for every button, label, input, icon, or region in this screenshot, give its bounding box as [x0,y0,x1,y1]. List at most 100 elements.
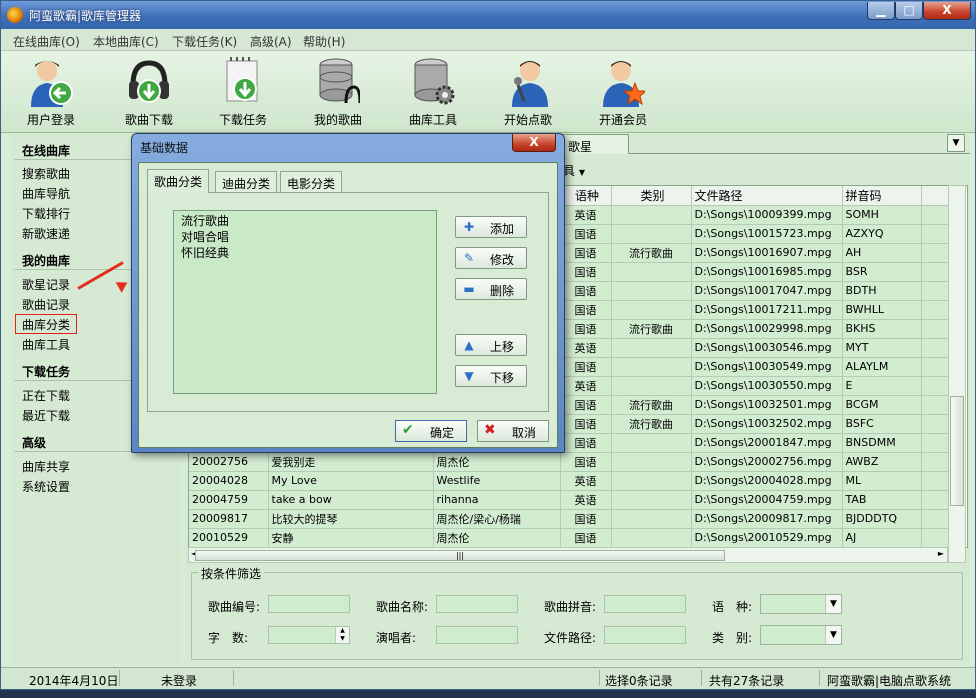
vertical-scrollbar[interactable] [948,185,966,563]
sidebar-item-search-songs[interactable]: 搜索歌曲 [22,165,70,182]
table-cell: BSR [842,262,922,282]
table-row[interactable]: 20010529 安静 周杰伦 国语 D:\Songs\20010529.mpg AJ [189,528,952,547]
table-cell: 国语 [560,243,612,263]
table-cell: 流行歌曲 [611,319,692,339]
singer-label: 演唱者: [376,631,417,645]
tab-movie-category[interactable]: 电影分类 [280,171,343,193]
vip-member-button[interactable]: 开通会员 [581,57,661,131]
library-tools-button[interactable]: 曲库工具 [391,57,471,131]
horizontal-scroll-thumb[interactable]: ||| [195,550,725,561]
sidebar-item-song-records[interactable]: 歌曲记录 [22,296,70,313]
stepper-arrows-icon[interactable]: ▲ ▼ [335,627,349,643]
table-cell [611,509,692,529]
song-download-button[interactable]: 歌曲下载 [107,57,187,131]
horizontal-scrollbar[interactable]: ◄ ||| ► [188,547,948,563]
table-cell: 20004759 [189,490,269,510]
table-row[interactable]: 20004028 My Love Westlife 英语 D:\Songs\200040… [189,471,952,491]
ok-button[interactable]: ✔ 确定 [395,420,467,442]
sidebar-item-new-songs[interactable]: 新歌速递 [22,225,70,242]
table-cell: 国语 [560,357,612,377]
chevron-down-icon: ▼ [825,595,841,613]
table-cell-extra [921,319,952,339]
list-item[interactable]: 怀旧经典 [181,244,229,261]
sidebar-item-library-nav[interactable]: 曲库导航 [22,185,70,202]
delete-button[interactable]: ▬ 删除 [455,278,527,300]
song-pinyin-input[interactable] [604,595,686,613]
col-header-extra [921,186,952,206]
maximize-button[interactable]: □ [895,2,923,20]
sidebar-item-library-tools[interactable]: 曲库工具 [22,336,70,353]
sidebar-item-recent-downloads[interactable]: 最近下载 [22,407,70,424]
status-divider [819,670,820,686]
edit-button[interactable]: ✎ 修改 [455,247,527,269]
menu-help[interactable]: 帮助(H) [303,33,345,50]
table-cell-extra [921,205,952,225]
check-icon: ✔ [402,422,414,438]
table-cell: D:\Songs\10030549.mpg [691,357,843,377]
table-cell [611,471,692,491]
language-select[interactable]: ▼ [760,594,842,614]
table-cell: ALAYLM [842,357,922,377]
list-item[interactable]: 对唱合唱 [181,228,229,245]
arrow-up-icon: ▲ [464,338,474,352]
minimize-button[interactable]: ▁ [867,2,895,20]
vertical-scroll-thumb[interactable] [950,396,964,506]
col-header-file-path[interactable]: 文件路径 [691,186,843,206]
edit-label: 修改 [490,253,515,267]
col-header-category[interactable]: 类别 [611,186,692,206]
table-row[interactable]: 20004759 take a bow rihanna 英语 D:\Songs\2000… [189,490,952,510]
song-name-input[interactable] [436,595,518,613]
window-title: 阿蛮歌霸|歌库管理器 [29,9,142,23]
status-divider [233,670,234,686]
my-songs-button[interactable]: 我的歌曲 [296,57,376,131]
list-item[interactable]: 流行歌曲 [181,212,229,229]
table-row[interactable]: 20002756 爱我别走 周杰伦 国语 D:\Songs\20002756.mpg AW… [189,452,952,472]
table-cell [611,452,692,472]
singer-input[interactable] [436,626,518,644]
user-login-button[interactable]: 用户登录 [9,57,89,131]
table-cell: D:\Songs\10015723.mpg [691,224,843,244]
filter-legend: 按条件筛选 [198,565,265,582]
menu-online-library[interactable]: 在线曲库(O) [13,33,80,50]
table-cell: 国语 [560,395,612,415]
menu-download-tasks[interactable]: 下载任务(K) [172,33,237,50]
file-path-input[interactable] [604,626,686,644]
dialog-close-button[interactable]: X [512,134,556,152]
move-up-button[interactable]: ▲ 上移 [455,334,527,356]
tab-singers[interactable]: 歌星 [561,134,629,154]
table-cell-extra [921,357,952,377]
scroll-right-icon[interactable]: ► [938,549,944,558]
table-row[interactable]: 20009817 比较大的提琴 周杰伦/梁心/杨瑞 国语 D:\Songs\200098… [189,509,952,529]
sidebar-item-singer-records[interactable]: 歌星记录 [22,276,70,293]
table-cell: 国语 [560,433,612,453]
table-cell [611,205,692,225]
category-select[interactable]: ▼ [760,625,842,645]
dialog-tab-panel: 流行歌曲 对唱合唱 怀旧经典 ✚ 添加 ✎ 修改 ▬ 删除 ▲ 上移 ▼ 下移 [147,192,549,412]
start-singing-button[interactable]: 开始点歌 [486,57,566,131]
table-cell: 国语 [560,224,612,244]
tab-song-category[interactable]: 歌曲分类 [147,169,210,193]
toolbar-tools-label[interactable]: 具 ▼ [563,162,585,179]
tab-dropdown-button[interactable]: ▼ [947,134,965,152]
menu-advanced[interactable]: 高级(A) [250,33,292,50]
menu-local-library[interactable]: 本地曲库(C) [93,33,159,50]
sidebar-item-downloading[interactable]: 正在下载 [22,387,70,404]
sidebar-item-download-rank[interactable]: 下载排行 [22,205,70,222]
sidebar-item-system-settings[interactable]: 系统设置 [22,478,70,495]
move-down-button[interactable]: ▼ 下移 [455,365,527,387]
download-task-button[interactable]: 下载任务 [201,57,281,131]
tab-disco-category[interactable]: 迪曲分类 [215,171,278,193]
close-button[interactable]: X [923,2,971,20]
status-total: 共有27条记录 [709,674,785,688]
table-cell: D:\Songs\10017211.mpg [691,300,843,320]
song-no-input[interactable] [268,595,350,613]
word-count-stepper[interactable]: ▲ ▼ [268,626,350,644]
minus-icon: ▬ [463,282,475,296]
table-cell [611,528,692,547]
category-list[interactable]: 流行歌曲 对唱合唱 怀旧经典 [173,210,437,394]
sidebar-item-library-share[interactable]: 曲库共享 [22,458,70,475]
col-header-pinyin[interactable]: 拼音码 [842,186,922,206]
col-header-language[interactable]: 语种 [560,186,612,206]
cancel-button[interactable]: ✖ 取消 [477,420,549,442]
add-button[interactable]: ✚ 添加 [455,216,527,238]
